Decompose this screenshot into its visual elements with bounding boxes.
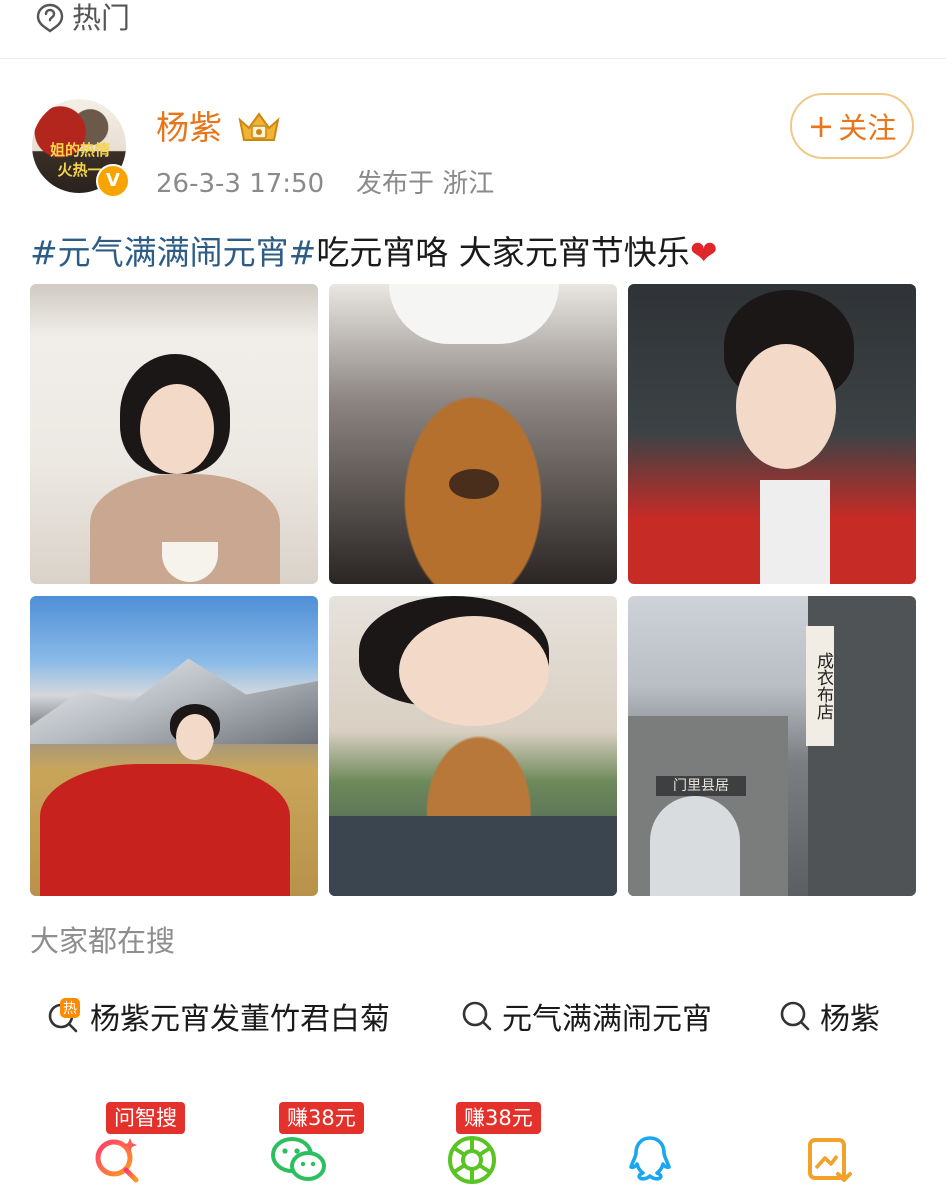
- search-suggestion-label: 杨紫元宵发董竹君白菊: [90, 1002, 390, 1037]
- photo-3[interactable]: [628, 284, 916, 584]
- hot-label[interactable]: 热门: [72, 0, 130, 36]
- ai-search-badge: 问智搜: [106, 1102, 185, 1134]
- post-body: 吃元宵咯 大家元宵节快乐: [316, 233, 690, 272]
- moments-reward-badge: 赚38元: [456, 1102, 541, 1134]
- search-suggestion-1[interactable]: 热 杨紫元宵发董竹君白菊: [46, 994, 390, 1038]
- photo-1[interactable]: [30, 284, 318, 584]
- moments-icon[interactable]: [446, 1134, 498, 1186]
- photo-6[interactable]: 成衣布店 门里县居: [628, 596, 916, 896]
- hot-mark: 热: [63, 1001, 77, 1017]
- search-icon: [780, 1001, 810, 1031]
- avatar-caption-line1: 姐的热情: [49, 141, 110, 159]
- photo-5[interactable]: [329, 596, 617, 896]
- search-suggestion-label: 元气满满闹元宵: [502, 1002, 712, 1037]
- hot-icon: [36, 3, 64, 33]
- search-suggestion-3[interactable]: 杨紫: [778, 994, 880, 1038]
- username[interactable]: 杨紫: [156, 108, 222, 148]
- shop-sign: 成衣布店: [806, 626, 834, 746]
- wechat-reward-badge: 赚38元: [279, 1102, 364, 1134]
- qq-icon[interactable]: [624, 1134, 676, 1186]
- ai-search-icon[interactable]: [92, 1134, 144, 1186]
- plus-icon: +: [807, 107, 835, 145]
- search-suggestion-2[interactable]: 元气满满闹元宵: [460, 994, 712, 1038]
- search-suggestion-label: 杨紫: [820, 1002, 880, 1037]
- verified-badge-icon: V: [96, 164, 130, 198]
- photo-4[interactable]: [30, 596, 318, 896]
- heart-emoji: ❤: [689, 233, 718, 272]
- follow-label: 关注: [838, 111, 897, 145]
- wechat-icon[interactable]: [270, 1134, 328, 1186]
- post-location: 发布于 浙江: [356, 169, 495, 199]
- gate-sign: 门里县居: [656, 776, 746, 796]
- post-text: #元气满满闹元宵#吃元宵咯 大家元宵节快乐❤: [30, 230, 717, 276]
- hot-section-header: [0, 0, 946, 59]
- topic-link[interactable]: #元气满满闹元宵#: [30, 233, 316, 272]
- save-image-icon[interactable]: [804, 1134, 856, 1186]
- follow-button[interactable]: + 关注: [790, 93, 914, 159]
- photo-2[interactable]: [329, 284, 617, 584]
- search-section-title: 大家都在搜: [30, 924, 176, 958]
- hot-search-icon: 热: [48, 998, 80, 1033]
- post-time: 26-3-3 17:50: [156, 169, 325, 199]
- search-icon: [462, 1001, 492, 1031]
- crown-icon: [238, 112, 280, 141]
